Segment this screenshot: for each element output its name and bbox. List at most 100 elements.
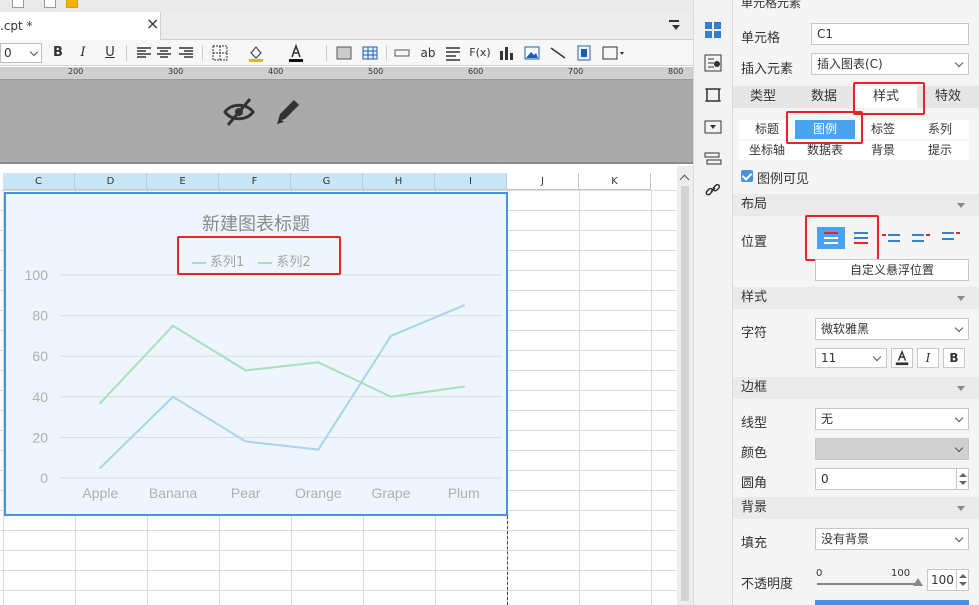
column-header-c[interactable]: C <box>3 173 75 190</box>
column-header-e[interactable]: E <box>147 173 219 190</box>
align-right-icon[interactable] <box>176 43 196 63</box>
cell-element-icon[interactable] <box>704 21 722 39</box>
column-header-i[interactable]: I <box>435 173 507 190</box>
align-left-icon[interactable] <box>134 43 154 63</box>
italic-button[interactable]: I <box>917 348 939 368</box>
text-field-icon[interactable] <box>392 43 412 63</box>
font-size-select[interactable]: 0 <box>0 43 42 63</box>
data-point[interactable] <box>317 448 320 451</box>
subtab-label[interactable]: 标签 <box>855 120 911 139</box>
section-style[interactable]: 样式 <box>733 287 979 309</box>
data-point[interactable] <box>244 440 247 443</box>
tab-effects[interactable]: 特效 <box>917 86 979 108</box>
font-size-select[interactable]: 11 <box>815 348 887 368</box>
position-top-right-button[interactable] <box>937 227 965 249</box>
scrollbar-thumb[interactable] <box>681 186 689 601</box>
top-strip <box>0 0 693 12</box>
text-box-button[interactable]: ab <box>418 43 438 63</box>
subtab-background[interactable]: 背景 <box>855 141 911 160</box>
opacity-slider-track[interactable] <box>817 583 921 585</box>
series-line-1[interactable] <box>99 304 465 469</box>
data-point[interactable] <box>171 395 175 398</box>
copy-icon[interactable] <box>44 0 56 8</box>
insert-element-select[interactable]: 插入图表(C) <box>811 53 969 75</box>
widget-icon[interactable] <box>704 118 722 136</box>
border-icon[interactable] <box>210 43 230 63</box>
brush-icon[interactable] <box>66 0 78 8</box>
custom-float-position-button[interactable]: 自定义悬浮位置 <box>815 259 969 281</box>
fill-color-icon[interactable] <box>246 43 266 63</box>
data-point[interactable] <box>462 385 465 388</box>
data-point[interactable] <box>171 324 175 327</box>
bold-button[interactable]: B <box>943 348 965 368</box>
data-point[interactable] <box>389 395 393 398</box>
cell-attributes-icon[interactable] <box>704 54 722 72</box>
save-icon[interactable] <box>12 0 24 8</box>
data-point[interactable] <box>389 334 393 338</box>
font-color-icon[interactable] <box>286 43 306 63</box>
merge-cells-icon[interactable] <box>334 43 354 63</box>
chart-title[interactable]: 新建图表标题 <box>6 210 506 236</box>
column-header-j[interactable]: J <box>507 173 579 190</box>
tab-data[interactable]: 数据 <box>793 86 855 108</box>
data-point[interactable] <box>317 361 320 364</box>
column-header-h[interactable]: H <box>363 173 435 190</box>
scroll-up-icon[interactable] <box>679 174 690 185</box>
formula-button[interactable]: F(x) <box>468 43 492 63</box>
layers-icon[interactable] <box>704 150 722 168</box>
linetype-value: 无 <box>821 412 834 426</box>
color-picker[interactable] <box>815 438 969 460</box>
section-background[interactable]: 背景 <box>733 497 979 519</box>
position-left-button[interactable] <box>877 227 905 249</box>
radius-stepper[interactable]: 0 <box>815 468 969 490</box>
edit-pencil-icon[interactable] <box>272 95 304 129</box>
stepper-arrows-icon[interactable] <box>956 469 968 489</box>
legend-visible-label: 图例可见 <box>757 172 810 187</box>
paragraph-icon[interactable] <box>443 43 463 63</box>
section-layout[interactable]: 布局 <box>733 194 979 216</box>
opacity-slider-thumb[interactable] <box>913 578 923 586</box>
slash-icon[interactable] <box>548 43 568 63</box>
data-point[interactable] <box>99 401 102 405</box>
column-header-d[interactable]: D <box>75 173 147 190</box>
cell-style-icon[interactable] <box>600 43 628 63</box>
chevron-down-icon <box>29 47 39 57</box>
column-header-f[interactable]: F <box>219 173 291 190</box>
ruler-mark: 500 <box>368 67 384 76</box>
data-point[interactable] <box>462 304 465 307</box>
hide-eye-icon[interactable] <box>222 95 256 129</box>
series-line-2[interactable] <box>99 324 464 404</box>
crop-frame-icon[interactable] <box>704 86 722 104</box>
linetype-select[interactable]: 无 <box>815 408 969 430</box>
fill-select[interactable]: 没有背景 <box>815 528 969 550</box>
vertical-scrollbar[interactable] <box>677 166 693 605</box>
link-icon[interactable] <box>704 181 722 199</box>
section-border[interactable]: 边框 <box>733 377 979 399</box>
tab-close-button[interactable]: × <box>146 16 159 32</box>
subtab-tooltip[interactable]: 提示 <box>911 141 969 160</box>
chart-icon[interactable] <box>496 43 516 63</box>
italic-button[interactable]: I <box>73 43 93 63</box>
align-center-icon[interactable] <box>154 43 174 63</box>
data-point[interactable] <box>244 369 247 372</box>
position-right-button[interactable] <box>907 227 935 249</box>
bold-button[interactable]: B <box>48 43 68 63</box>
column-header-g[interactable]: G <box>291 173 363 190</box>
separator <box>386 45 387 61</box>
opacity-stepper[interactable]: 100 <box>927 569 969 591</box>
tab-document[interactable]: .cpt * × <box>0 12 161 40</box>
legend-visible-checkbox[interactable] <box>741 170 753 182</box>
tab-type[interactable]: 类型 <box>733 86 793 108</box>
stepper-arrows-icon[interactable] <box>956 570 968 590</box>
font-color-icon[interactable] <box>891 348 913 368</box>
table-icon[interactable] <box>360 43 380 63</box>
cell-field[interactable]: C1 <box>811 23 969 45</box>
tab-menu-icon[interactable] <box>668 18 682 32</box>
subtab-series[interactable]: 系列 <box>911 120 969 139</box>
column-header-k[interactable]: K <box>579 173 651 190</box>
underline-button[interactable]: U <box>100 43 120 63</box>
data-point[interactable] <box>99 466 102 470</box>
font-family-select[interactable]: 微软雅黑 <box>815 318 969 340</box>
image-icon[interactable] <box>522 43 542 63</box>
frame-icon[interactable] <box>574 43 594 63</box>
